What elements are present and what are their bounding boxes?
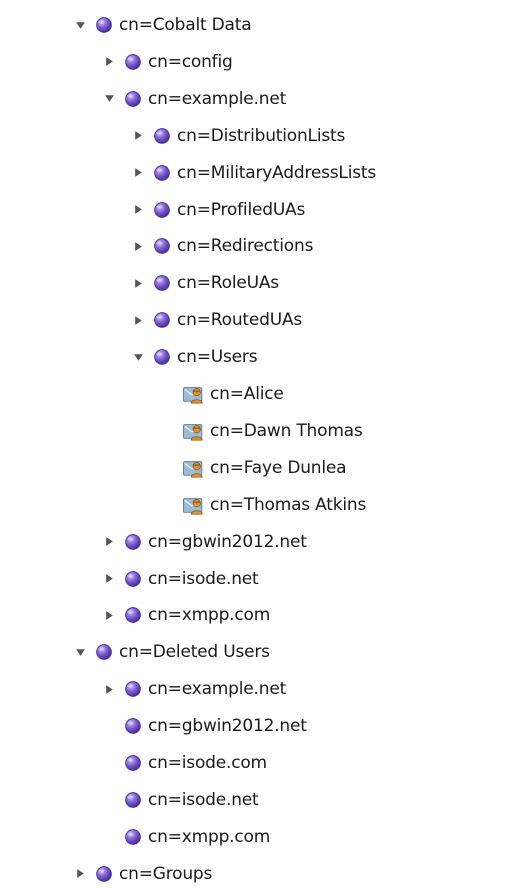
tree-item-label: cn=xmpp.com <box>148 605 271 626</box>
collapsed-arrow-icon[interactable] <box>131 239 145 253</box>
tree-item[interactable]: cn=xmpp.com <box>102 600 270 630</box>
tree-item-label: cn=gbwin2012.net <box>148 716 307 737</box>
tree-item-label: cn=example.net <box>148 88 287 109</box>
tree-item-label: cn=gbwin2012.net <box>148 531 307 552</box>
tree-item[interactable]: cn=example.net <box>102 674 286 704</box>
tree-item-label: cn=isode.com <box>148 753 267 773</box>
ldap-entry-icon <box>124 570 142 588</box>
tree-item[interactable]: cn=isode.net <box>102 564 259 594</box>
ldap-entry-icon <box>95 643 113 661</box>
tree-item[interactable]: cn=gbwin2012.net <box>102 711 307 741</box>
collapsed-arrow-icon[interactable] <box>73 867 87 881</box>
ldap-entry-icon <box>153 348 171 366</box>
ldap-entry-icon <box>153 201 171 219</box>
user-entry-icon <box>182 494 206 516</box>
tree-item[interactable]: cn=RoleUAs <box>131 268 279 298</box>
expanded-arrow-icon[interactable] <box>131 350 145 364</box>
tree-item-label: cn=MilitaryAddressLists <box>177 162 377 183</box>
tree-item-label: cn=isode.net <box>148 568 259 589</box>
tree-item-label: cn=isode.net <box>148 789 259 810</box>
tree-item[interactable]: cn=Cobalt Data <box>73 10 252 40</box>
ldap-entry-icon <box>153 311 171 329</box>
ldap-entry-icon <box>153 237 171 255</box>
user-entry-icon <box>182 383 206 405</box>
tree-item[interactable]: cn=isode.net <box>102 785 259 815</box>
tree-item[interactable]: cn=Faye Dunlea <box>160 453 347 483</box>
tree-item[interactable]: cn=Alice <box>160 379 284 409</box>
ldap-entry-icon <box>124 606 142 624</box>
ldap-entry-icon <box>124 90 142 108</box>
tree-item[interactable]: cn=Thomas Atkins <box>160 490 366 520</box>
ldap-entry-icon <box>124 828 142 846</box>
tree-item-label: cn=Thomas Atkins <box>210 494 367 515</box>
ldap-entry-icon <box>124 717 142 735</box>
tree-item-label: cn=ProfiledUAs <box>177 199 306 220</box>
user-entry-icon <box>182 420 206 442</box>
ldap-entry-icon <box>124 754 142 772</box>
tree-item[interactable]: cn=MilitaryAddressLists <box>131 158 376 188</box>
tree-item[interactable]: cn=Groups <box>73 859 212 889</box>
tree-item[interactable]: cn=config <box>102 47 233 77</box>
tree-item[interactable]: cn=Users <box>131 342 258 372</box>
tree-item[interactable]: cn=xmpp.com <box>102 822 270 852</box>
tree-item-label: cn=Alice <box>210 384 284 404</box>
tree-item-label: cn=RoleUAs <box>177 273 279 294</box>
ldap-entry-icon <box>124 680 142 698</box>
collapsed-arrow-icon[interactable] <box>131 276 145 290</box>
collapsed-arrow-icon[interactable] <box>131 166 145 180</box>
ldap-entry-icon <box>124 533 142 551</box>
ldap-entry-icon <box>124 53 142 71</box>
directory-tree: cn=Cobalt Data cn=config cn=example.net <box>0 0 511 884</box>
tree-item[interactable]: cn=ProfiledUAs <box>131 195 305 225</box>
user-entry-icon <box>182 457 206 479</box>
expanded-arrow-icon[interactable] <box>73 645 87 659</box>
tree-item[interactable]: cn=Redirections <box>131 231 313 261</box>
ldap-entry-icon <box>153 164 171 182</box>
tree-item-label: cn=Cobalt Data <box>119 15 252 35</box>
ldap-entry-icon <box>95 865 113 883</box>
tree-item[interactable]: cn=isode.com <box>102 748 267 778</box>
expanded-arrow-icon[interactable] <box>73 18 87 32</box>
tree-item[interactable]: cn=example.net <box>102 84 286 114</box>
tree-item-label: cn=DistributionLists <box>177 125 346 146</box>
tree-item-label: cn=Dawn Thomas <box>210 420 363 441</box>
ldap-entry-icon <box>153 274 171 292</box>
collapsed-arrow-icon[interactable] <box>102 682 116 696</box>
collapsed-arrow-icon[interactable] <box>131 203 145 217</box>
expanded-arrow-icon[interactable] <box>102 92 116 106</box>
ldap-entry-icon <box>95 16 113 34</box>
tree-item[interactable]: cn=Dawn Thomas <box>160 416 363 446</box>
tree-item-label: cn=Deleted Users <box>119 642 270 663</box>
collapsed-arrow-icon[interactable] <box>102 608 116 622</box>
tree-item-label: cn=example.net <box>148 679 287 700</box>
tree-item-label: cn=Faye Dunlea <box>210 457 347 478</box>
collapsed-arrow-icon[interactable] <box>102 572 116 586</box>
collapsed-arrow-icon[interactable] <box>131 129 145 143</box>
collapsed-arrow-icon[interactable] <box>131 313 145 327</box>
ldap-entry-icon <box>124 791 142 809</box>
tree-item[interactable]: cn=gbwin2012.net <box>102 527 307 557</box>
collapsed-arrow-icon[interactable] <box>102 535 116 549</box>
tree-item-label: cn=config <box>148 51 233 72</box>
tree-item[interactable]: cn=RoutedUAs <box>131 305 302 335</box>
tree-item-label: cn=Redirections <box>177 236 314 257</box>
tree-item-label: cn=Users <box>177 347 258 368</box>
tree-item-label: cn=xmpp.com <box>148 826 271 847</box>
tree-item[interactable]: cn=DistributionLists <box>131 121 345 151</box>
ldap-entry-icon <box>153 127 171 145</box>
collapsed-arrow-icon[interactable] <box>102 55 116 69</box>
tree-item-label: cn=RoutedUAs <box>177 310 303 331</box>
tree-item[interactable]: cn=Deleted Users <box>73 637 270 667</box>
